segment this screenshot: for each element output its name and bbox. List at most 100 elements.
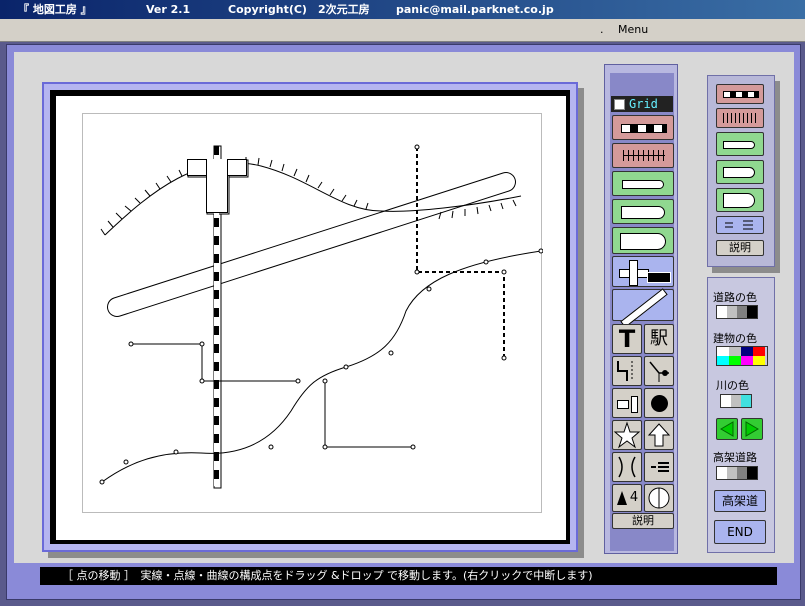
- building-color-white[interactable]: [717, 347, 729, 356]
- wide-road-icon: [620, 233, 666, 250]
- preset-lines-icon: [725, 220, 753, 230]
- preset-explain-button[interactable]: 説明: [716, 240, 764, 256]
- road-color-gray[interactable]: [737, 306, 747, 318]
- building-color-navy[interactable]: [741, 347, 753, 356]
- tall-rect-icon: [631, 396, 638, 413]
- road-tool-dashed[interactable]: [612, 115, 674, 140]
- rail-ticks-icon: [623, 150, 665, 161]
- elevated-color-silver[interactable]: [727, 467, 737, 479]
- preset-medium-road[interactable]: [716, 160, 764, 184]
- cross-v-icon: [629, 260, 638, 286]
- grid-label: Grid: [629, 97, 658, 111]
- building-color-silver[interactable]: [729, 347, 741, 356]
- star-icon: [613, 421, 641, 449]
- status-text: ［ 点の移動 ］ 実線・点線・曲線の構成点をドラッグ &ドロップ で移動します。…: [62, 569, 593, 582]
- end-button[interactable]: END: [714, 520, 766, 544]
- menu-bar: . Menu: [0, 19, 805, 42]
- number-icon: 4: [629, 490, 639, 505]
- road-color-black[interactable]: [747, 306, 757, 318]
- building-color-swatches[interactable]: [716, 346, 768, 366]
- elevated-road-label: 高架道路: [713, 451, 757, 464]
- preset-lines[interactable]: [716, 216, 764, 234]
- preset-narrow-road[interactable]: [716, 132, 764, 156]
- road-color-white[interactable]: [717, 306, 727, 318]
- road-tool-medium[interactable]: [612, 199, 674, 224]
- map-drawing[interactable]: [83, 114, 543, 514]
- elevated-color-swatches[interactable]: [716, 466, 758, 480]
- river-color-white[interactable]: [721, 395, 731, 407]
- text-tool[interactable]: T: [612, 324, 642, 354]
- elevated-button-label: 高架道: [721, 494, 758, 508]
- half-circle-icon: [648, 487, 670, 509]
- status-bar: ［ 点の移動 ］ 実線・点線・曲線の構成点をドラッグ &ドロップ で移動します。…: [40, 567, 777, 585]
- preset-narrow-icon: [723, 141, 755, 149]
- river-color-swatches[interactable]: [720, 394, 752, 408]
- road-color-silver[interactable]: [727, 306, 737, 318]
- preset-dashed-road[interactable]: [716, 84, 764, 104]
- road-tool-narrow[interactable]: [612, 171, 674, 196]
- equal-lines-icon: [651, 462, 669, 472]
- arrow-up-icon: [647, 423, 671, 447]
- building-color-cyan[interactable]: [717, 356, 729, 365]
- building-color-green[interactable]: [729, 356, 741, 365]
- double-road: [107, 172, 516, 317]
- contact-email: panic@mail.parknet.co.jp: [396, 3, 554, 16]
- small-rect-icon: [617, 400, 629, 409]
- arrow-left-button[interactable]: [716, 418, 738, 440]
- station-tool[interactable]: 駅: [644, 324, 674, 354]
- river-color-cyan[interactable]: [741, 395, 751, 407]
- arrow-tool[interactable]: [644, 420, 674, 450]
- river-color-label: 川の色: [716, 379, 749, 392]
- arrow-left-icon: [720, 421, 734, 437]
- station-icon: 駅: [650, 328, 668, 349]
- symbol-tool[interactable]: 4: [612, 484, 642, 512]
- star-tool[interactable]: [612, 420, 642, 450]
- building-color-yellow[interactable]: [753, 356, 765, 365]
- elevated-color-white[interactable]: [717, 467, 727, 479]
- road-color-label: 道路の色: [713, 291, 757, 304]
- river-color-silver[interactable]: [731, 395, 741, 407]
- map-canvas[interactable]: [82, 113, 543, 514]
- step-line-tool[interactable]: [612, 356, 642, 386]
- preset-rail-icon: [723, 113, 757, 123]
- app-name: 『 地図工房 』: [18, 3, 92, 16]
- lines-tool[interactable]: [644, 452, 674, 482]
- text-icon: T: [618, 325, 636, 353]
- preset-wide-road[interactable]: [716, 188, 764, 212]
- point-move-icon: [649, 361, 669, 382]
- menu-item[interactable]: Menu: [618, 19, 648, 41]
- road-tool-wide[interactable]: [612, 227, 674, 254]
- dashed-road-icon: [621, 124, 667, 133]
- preset-dashed-icon: [723, 91, 759, 98]
- building-color-label: 建物の色: [713, 332, 757, 345]
- road-tool-rail[interactable]: [612, 143, 674, 168]
- building-color-magenta[interactable]: [741, 356, 753, 365]
- preset-wide-icon: [723, 193, 755, 208]
- circle-tool[interactable]: [644, 388, 674, 418]
- copyright: Copyright(C) 2次元工房: [228, 3, 370, 16]
- grid-checkbox[interactable]: [614, 99, 625, 110]
- road-color-swatches[interactable]: [716, 305, 758, 319]
- solid-polyline: [131, 343, 413, 448]
- elevated-color-gray[interactable]: [737, 467, 747, 479]
- half-circle-tool[interactable]: [644, 484, 674, 512]
- block-icon: [647, 272, 671, 283]
- cross-tool[interactable]: [612, 256, 674, 287]
- rect-tool[interactable]: [612, 388, 642, 418]
- point-move-tool[interactable]: [644, 356, 674, 386]
- building-color-red[interactable]: [753, 347, 765, 356]
- preset-rail[interactable]: [716, 108, 764, 128]
- line-tool[interactable]: [612, 288, 674, 328]
- bridge-icon: [618, 456, 636, 478]
- arrow-right-button[interactable]: [741, 418, 763, 440]
- grid-toggle[interactable]: Grid: [611, 96, 673, 112]
- preset-explain-label: 説明: [729, 241, 751, 254]
- elevated-button[interactable]: 高架道: [714, 490, 766, 512]
- medium-road-icon: [621, 206, 665, 219]
- filled-circle-icon: [651, 395, 668, 412]
- bridge-tool[interactable]: [612, 452, 642, 482]
- preset-medium-icon: [723, 167, 755, 178]
- toolbar-explain-button[interactable]: 説明: [612, 513, 674, 529]
- title-bar: 『 地図工房 』 Ver 2.1 Copyright(C) 2次元工房 pani…: [0, 0, 805, 19]
- elevated-color-black[interactable]: [747, 467, 757, 479]
